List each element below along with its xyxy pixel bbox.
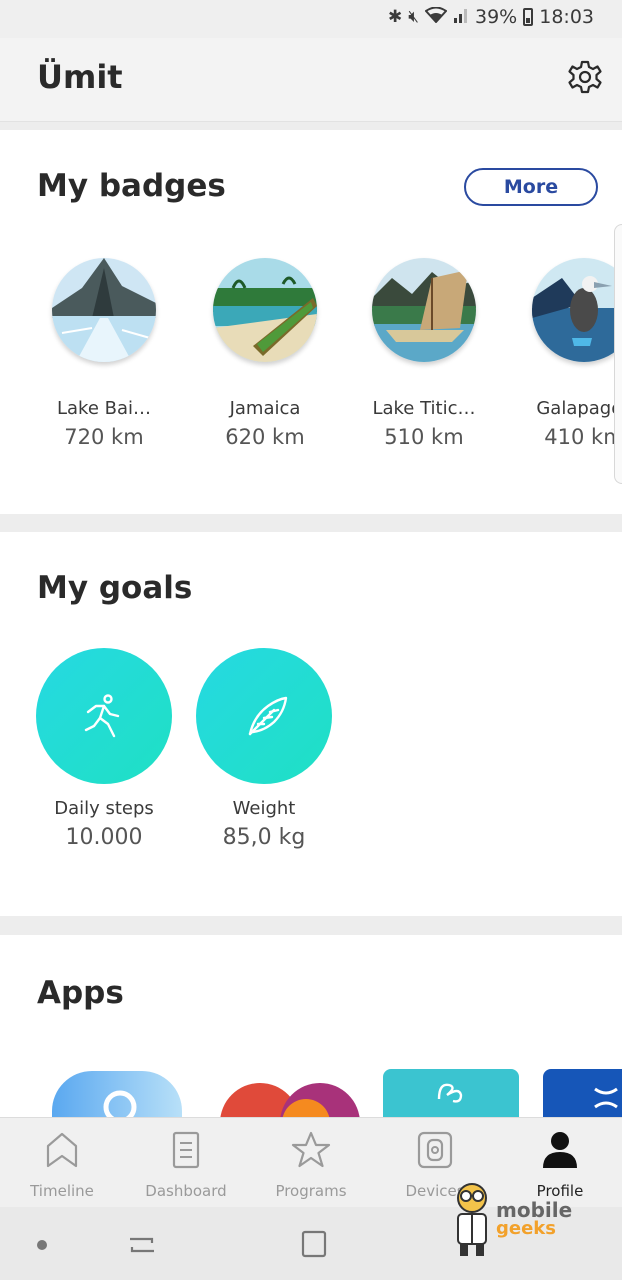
signal-icon [453,7,469,28]
badge-distance: 510 km [384,425,464,449]
gear-icon[interactable] [568,60,602,94]
star-icon [291,1131,331,1168]
badge-name: Lake Bai… [56,398,152,419]
tab-programs[interactable]: Programs [256,1130,366,1200]
app-logo-icon [103,1090,137,1117]
badges-title: My badges [37,168,226,204]
app-logo-icon [220,1083,360,1117]
badge-item[interactable]: Lake Titic… 510 km [354,258,494,449]
tab-label: Timeline [30,1182,94,1200]
app-tile[interactable] [220,1079,360,1117]
app-tile[interactable] [383,1069,519,1117]
back-icon[interactable] [128,1231,156,1259]
home-dot-icon[interactable] [37,1240,47,1250]
app-logo-icon [594,1087,618,1109]
battery-percentage: 39% [475,6,518,28]
walking-person-icon [84,694,120,738]
goal-value: 10.000 [65,825,143,850]
scroll-indicator [614,224,622,484]
mascot-logo-icon [457,1183,487,1256]
apps-title: Apps [37,975,124,1011]
goal-name: Weight [232,798,296,819]
goal-circle [36,648,172,784]
recent-apps-icon[interactable] [301,1230,327,1258]
watermark-text: geeks [496,1218,556,1239]
badges-card: My badges More Lake Bai… 720 km Jamaica … [0,130,622,514]
tab-label: Programs [275,1182,347,1200]
badge-distance: 620 km [225,425,305,449]
mute-icon: 🔇︎ [408,7,419,27]
goal-weight[interactable]: Weight 85,0 kg [196,648,332,850]
tab-dashboard[interactable]: Dashboard [131,1130,241,1200]
badge-name: Galapagos [536,398,622,419]
app-header: Ümit [0,38,622,122]
person-icon [543,1132,577,1168]
more-badges-button[interactable]: More [464,168,598,206]
bluetooth-icon: ✱ [388,7,403,27]
app-logo-icon [437,1083,463,1103]
goal-name: Daily steps [54,798,154,819]
badge-name: Jamaica [229,398,301,419]
tab-timeline[interactable]: Timeline [7,1130,117,1200]
goal-circle [196,648,332,784]
badge-distance: 410 km [544,425,622,449]
app-tile[interactable] [52,1071,182,1117]
mobilegeeks-watermark: mobile geeks [446,1176,576,1260]
goals-title: My goals [37,570,193,606]
badge-distance: 720 km [64,425,144,449]
lake-baikal-badge-image [52,258,156,362]
jamaica-badge-image [213,258,317,362]
lake-titicaca-badge-image [372,258,476,362]
wifi-icon [424,6,448,28]
timeline-icon [46,1132,78,1168]
badge-item[interactable]: Jamaica 620 km [195,258,335,449]
galapagos-badge-image [532,258,622,362]
clock: 18:03 [539,6,594,28]
badge-name: Lake Titic… [372,398,476,419]
feather-icon [248,696,288,736]
app-tile[interactable] [543,1069,622,1117]
badge-item[interactable]: Lake Bai… 720 km [34,258,174,449]
status-bar: ✱ 🔇︎ 39% 18:03 [0,0,622,38]
goals-card: My goals Daily steps 10.000 Weight 85,0 … [0,532,622,916]
watch-icon [417,1131,453,1169]
goal-daily-steps[interactable]: Daily steps 10.000 [36,648,172,850]
battery-icon [523,8,534,26]
badge-item[interactable]: Galapagos 410 km [514,258,622,449]
tab-label: Dashboard [145,1182,227,1200]
dashboard-icon [172,1131,200,1169]
goal-value: 85,0 kg [222,825,306,850]
apps-card: Apps [0,935,622,1117]
page-title: Ümit [37,58,123,96]
